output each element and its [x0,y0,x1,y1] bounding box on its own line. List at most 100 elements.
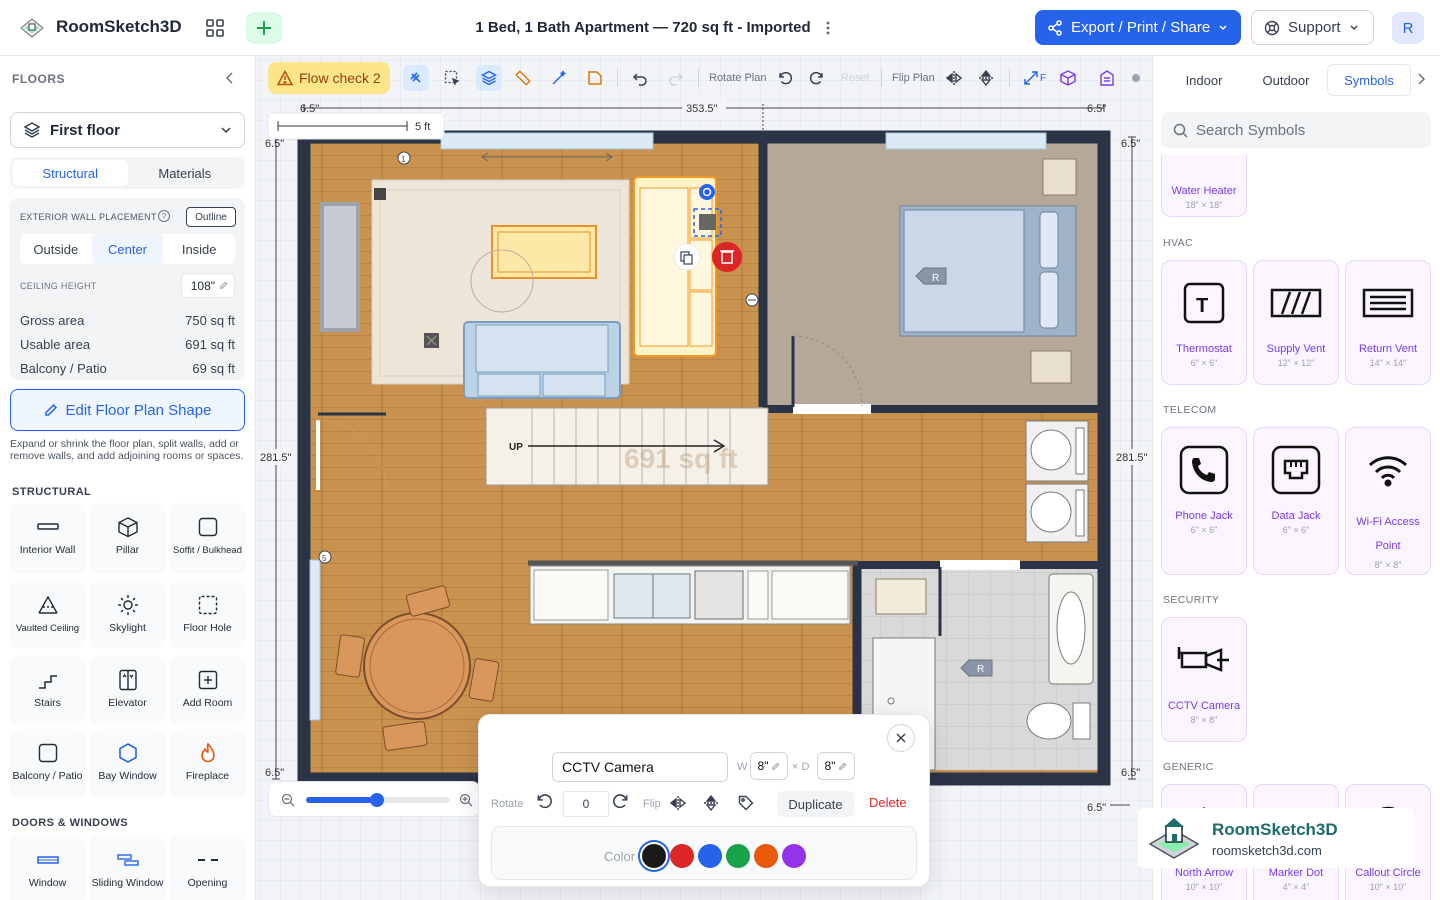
placement-center[interactable]: Center [91,234,164,264]
rotate-handle-icon[interactable] [699,184,715,200]
rotate-ccw-icon[interactable] [535,792,553,810]
color-swatch-blue[interactable] [698,844,722,868]
flip-vertical-icon[interactable] [975,67,997,89]
symbol-data-jack[interactable]: Data Jack 6" × 6" [1253,427,1339,575]
export-button[interactable]: Export / Print / Share [1035,10,1241,45]
symbol-supply-vent[interactable]: Supply Vent 12" × 12" [1253,260,1339,385]
coffee-table[interactable] [491,225,597,279]
tag-icon[interactable] [738,795,754,811]
tool-sliding-window[interactable]: Sliding Window [90,836,165,900]
rotate-right-icon[interactable] [806,67,828,89]
select-area-icon[interactable] [441,67,463,89]
outline-button[interactable]: Outline [186,207,236,227]
nightstand[interactable] [1030,350,1072,384]
tool-stairs[interactable]: Stairs [10,656,85,724]
ruler-icon[interactable] [512,67,534,89]
tool-pillar[interactable]: Pillar [90,503,165,574]
flip-horizontal-icon[interactable] [943,67,965,89]
placement-outside[interactable]: Outside [20,234,92,264]
building-icon[interactable] [1096,67,1118,89]
flip-horizontal-icon[interactable] [670,795,686,811]
support-button[interactable]: Support [1251,10,1374,45]
help-icon[interactable]: ? [158,210,170,222]
dining-table[interactable] [363,612,471,720]
layers-icon[interactable] [476,65,502,91]
color-swatch-green[interactable] [726,844,750,868]
symbol-thermostat[interactable]: T Thermostat 6" × 6" [1161,260,1247,385]
window-left[interactable] [309,559,321,721]
sink[interactable] [613,573,691,619]
undo-icon[interactable] [629,67,651,89]
dashboard-grid-icon[interactable] [198,12,232,44]
tool-bay-window[interactable]: Bay Window [90,729,165,797]
tab-outdoor[interactable]: Outdoor [1245,64,1327,96]
tool-soffit[interactable]: Soffit / Bulkhead [170,503,245,574]
tool-window[interactable]: Window [10,836,85,900]
dining-chair[interactable] [335,634,365,678]
tool-add-room[interactable]: Add Room [170,656,245,724]
duplicate-button[interactable]: Duplicate [777,791,854,817]
symbol-name-input[interactable]: CCTV Camera [552,752,728,782]
placement-inside[interactable]: Inside [163,234,235,264]
3d-view-icon[interactable] [1057,67,1079,89]
lamp[interactable] [374,188,386,200]
flow-check-button[interactable]: Flow check 2 [268,62,390,94]
vanity[interactable] [875,578,927,615]
dining-chair[interactable] [382,721,428,751]
fit-to-screen-icon[interactable]: F [1019,67,1051,89]
symbol-water-heater[interactable]: Water Heater 18" × 18" [1161,155,1247,217]
tool-vaulted-ceiling[interactable]: Vaulted Ceiling [10,581,85,649]
tab-materials[interactable]: Materials [128,160,243,186]
new-plan-button[interactable] [246,12,282,44]
symbol-wifi-access-point[interactable]: Wi-Fi Access Point 8" × 8" [1345,427,1431,575]
magic-wand-icon[interactable] [548,67,570,89]
close-icon[interactable] [887,724,915,752]
tool-elevator[interactable]: Elevator [90,656,165,724]
tab-symbols[interactable]: Symbols [1327,64,1411,96]
color-swatch-red[interactable] [670,844,694,868]
flip-vertical-icon[interactable] [703,795,719,811]
search-symbols-input[interactable]: Search Symbols [1161,112,1431,148]
color-swatch-orange[interactable] [754,844,778,868]
ceiling-height-input[interactable]: 108" [181,273,235,298]
magnet-snap-icon[interactable] [403,65,429,91]
rotate-cw-icon[interactable] [612,792,630,810]
zoom-slider-thumb[interactable] [370,793,384,807]
tool-fireplace[interactable]: Fireplace [170,729,245,797]
symbol-phone-jack[interactable]: Phone Jack 6" × 6" [1161,427,1247,575]
color-swatch-purple[interactable] [782,844,806,868]
width-input[interactable]: 8" [750,752,788,780]
zoom-in-icon[interactable] [459,793,473,807]
tool-opening[interactable]: Opening [170,836,245,900]
room-shape-icon[interactable] [584,67,606,89]
kebab-menu-icon[interactable] [818,16,838,40]
floor-selector[interactable]: First floor [10,112,245,148]
tool-interior-wall[interactable]: Interior Wall [10,503,85,574]
delete-button[interactable]: Delete [869,795,907,810]
window-top-left[interactable] [440,132,654,150]
redo-icon[interactable] [665,67,687,89]
symbol-cctv-camera[interactable]: CCTV Camera 8" × 8" [1161,617,1247,742]
tool-balcony[interactable]: Balcony / Patio [10,729,85,797]
toilet[interactable] [1026,702,1072,740]
tab-indoor[interactable]: Indoor [1163,64,1245,96]
edit-floor-plan-shape-button[interactable]: Edit Floor Plan Shape [10,389,245,431]
user-avatar[interactable]: R [1392,12,1424,44]
delete-handle-icon[interactable] [712,242,742,272]
tab-structural[interactable]: Structural [13,160,128,186]
collapse-sidebar-icon[interactable] [222,70,238,86]
nightstand[interactable] [1042,158,1077,196]
depth-input[interactable]: 8" [817,752,855,780]
app-logo-icon[interactable] [18,14,46,42]
symbol-return-vent[interactable]: Return Vent 14" × 14" [1345,260,1431,385]
rotate-left-icon[interactable] [774,67,796,89]
chevron-right-icon[interactable] [1415,72,1427,86]
zoom-out-icon[interactable] [281,793,295,807]
zoom-slider[interactable] [306,793,450,807]
rotate-input[interactable]: 0 [563,791,609,817]
reset-button[interactable]: Reset [841,72,870,84]
tool-floor-hole[interactable]: Floor Hole [170,581,245,649]
stove[interactable] [694,570,744,620]
color-swatch-black[interactable] [642,844,666,868]
window-top-right[interactable] [885,132,1047,150]
